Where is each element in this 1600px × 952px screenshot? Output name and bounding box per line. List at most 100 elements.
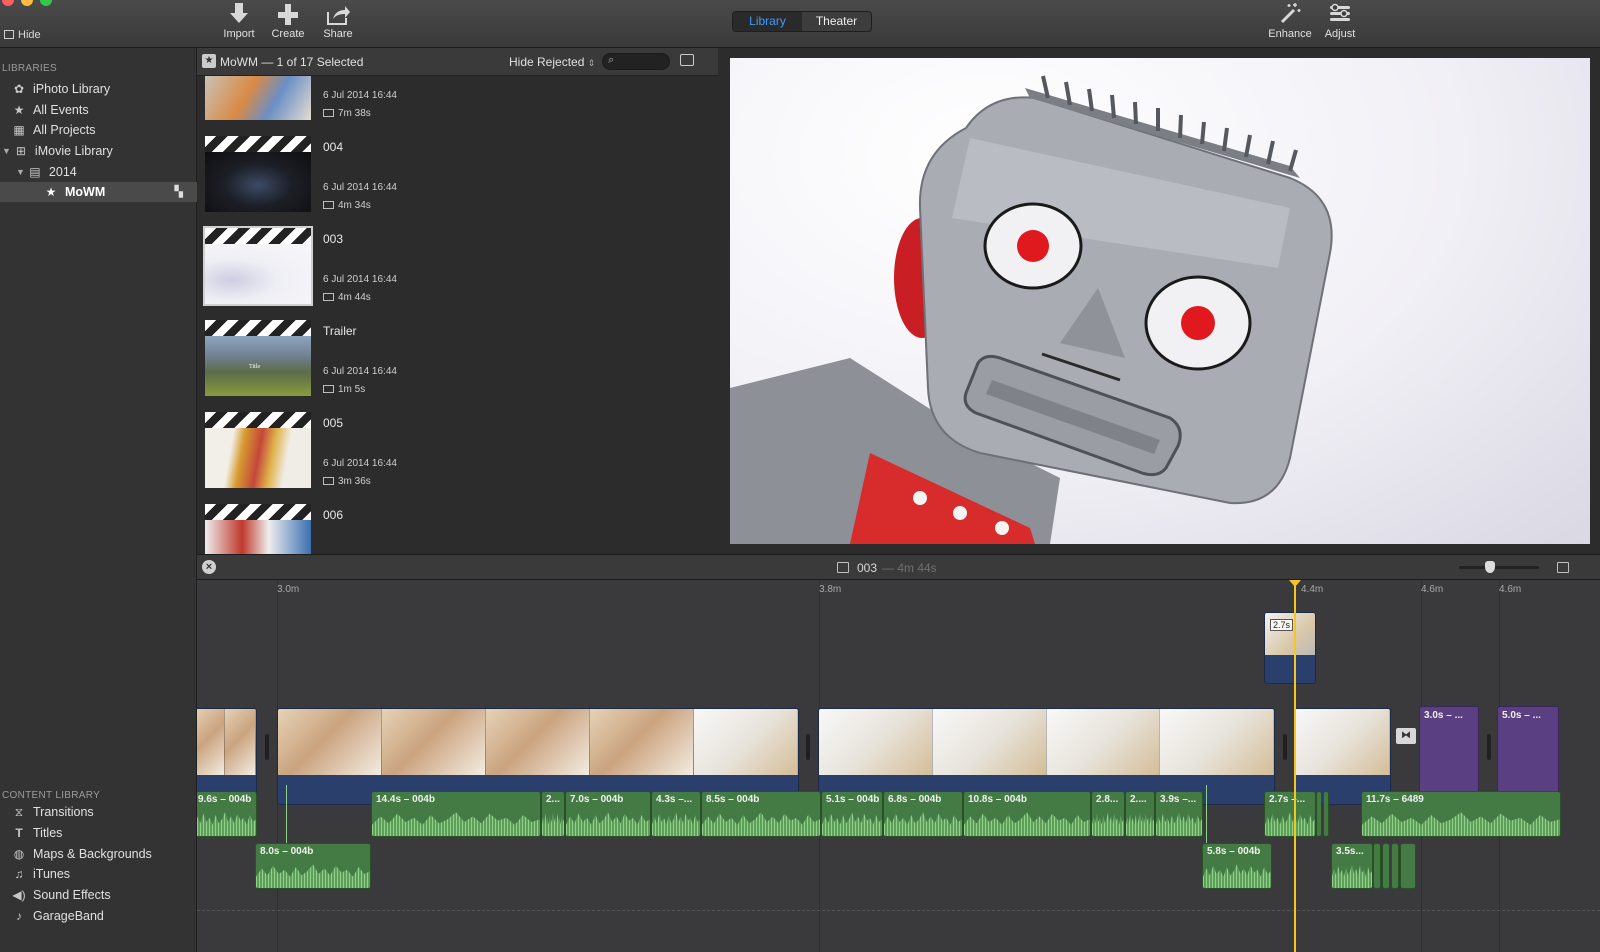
sidebar-item-mowm[interactable]: ★ MoWM ▚ [0, 182, 197, 202]
hide-rejected-select[interactable]: Hide Rejected ⇕ [509, 55, 595, 69]
import-button[interactable]: Import [211, 2, 267, 40]
filmstrip-view-icon[interactable] [680, 54, 694, 66]
libraries-sidebar: LIBRARIES ✿ iPhoto Library ★ All Events ▦ A… [0, 48, 197, 952]
filmstrip-icon [323, 201, 334, 209]
clip-duration-text: 4m 44s [338, 292, 371, 303]
create-button[interactable]: Create [260, 2, 316, 40]
list-item[interactable]: 006 [205, 504, 705, 554]
cutaway-clip[interactable]: 2.7s [1264, 612, 1316, 684]
audio-waveform [822, 812, 882, 836]
title-clip[interactable]: 5.0s – ... [1497, 706, 1559, 803]
minimize-window-button[interactable] [21, 0, 33, 6]
audio-clip[interactable]: 2.8... [1091, 791, 1125, 837]
audio-clip[interactable] [1316, 791, 1322, 837]
search-field[interactable]: ⌕ [602, 53, 670, 70]
adjust-label: Adjust [1324, 28, 1356, 40]
filmstrip-icon [837, 562, 849, 573]
clip-duration-text: 3m 36s [338, 476, 371, 487]
list-item[interactable]: 004 6 Jul 2014 16:44 4m 34s [205, 136, 705, 216]
title-clip[interactable]: 3.0s – ... [1419, 706, 1479, 803]
audio-clip[interactable]: 3.9s –... [1155, 791, 1203, 837]
audio-clip[interactable]: 6.8s – 004b [883, 791, 963, 837]
clip-thumbnail[interactable] [205, 76, 311, 120]
sidebar-item-titles[interactable]: T Titles [12, 823, 62, 843]
audio-clip[interactable]: 2... [541, 791, 565, 837]
audio-clip[interactable]: 2.7s –... [1264, 791, 1316, 837]
clip-trim-handle[interactable] [1283, 734, 1287, 760]
clip-thumbnail[interactable] [203, 226, 313, 306]
tablet-screen-image [205, 152, 311, 212]
clip-duration-text: 1m 5s [338, 384, 366, 395]
tin-robot-illustration [730, 75, 1333, 544]
clip-trim-handle[interactable] [265, 734, 269, 760]
audio-clip[interactable]: 4.3s –... [651, 791, 701, 837]
share-button[interactable]: Share [310, 2, 366, 40]
clip-thumbnail[interactable] [205, 504, 311, 554]
guitar-icon: ♪ [16, 909, 22, 923]
sidebar-item-2014[interactable]: ▼ ▤ 2014 [16, 162, 77, 182]
tab-library[interactable]: Library [733, 12, 802, 31]
audio-clip[interactable]: 3.5s... [1331, 843, 1373, 889]
audio-clip[interactable]: 10.8s – 004b [963, 791, 1091, 837]
enhance-button[interactable]: Enhance [1262, 2, 1318, 40]
import-label: Import [223, 28, 255, 40]
white-frame-image [205, 244, 311, 304]
zoom-slider-knob[interactable] [1485, 561, 1495, 573]
sidebar-item-sound-effects[interactable]: ◀) Sound Effects [12, 885, 110, 905]
audio-clip[interactable] [1382, 843, 1390, 889]
sidebar-item-iphoto-library[interactable]: ✿ iPhoto Library [12, 79, 110, 99]
sidebar-item-garageband[interactable]: ♪ GarageBand [12, 906, 104, 926]
filmstrip-icon [323, 477, 334, 485]
audio-clip[interactable]: 8.5s – 004b [701, 791, 821, 837]
clip-appearance-icon[interactable] [1557, 562, 1569, 573]
content-library-heading: CONTENT LIBRARY [2, 790, 101, 801]
audio-clip[interactable]: 8.0s – 004b [255, 843, 371, 889]
disclosure-triangle-icon[interactable]: ▼ [16, 167, 25, 177]
transition-icon[interactable]: ⧓ [1396, 728, 1416, 744]
audio-clip[interactable]: 2.... [1125, 791, 1155, 837]
audio-clip[interactable] [1323, 791, 1329, 837]
create-label: Create [271, 28, 305, 40]
audio-clip[interactable]: 7.0s – 004b [565, 791, 651, 837]
clip-name: Trailer [323, 324, 357, 338]
sidebar-item-all-events[interactable]: ★ All Events [12, 100, 89, 120]
audio-clip[interactable]: 11.7s – 6489 [1361, 791, 1561, 837]
sidebar-item-imovie-library[interactable]: ▼ ⊞ iMovie Library [2, 141, 113, 161]
clip-thumbnail[interactable]: Title [205, 320, 311, 396]
audio-clip[interactable]: 14.4s – 004b [371, 791, 541, 837]
sidebar-item-itunes[interactable]: ♫ iTunes [12, 864, 71, 884]
audio-clip[interactable] [1400, 843, 1416, 889]
viewer-frame-robot-image[interactable] [730, 58, 1590, 544]
audio-clip[interactable]: 5.1s – 004b [821, 791, 883, 837]
clip-trim-handle[interactable] [1487, 734, 1491, 760]
share-label: Share [323, 28, 353, 40]
list-item[interactable]: 6 Jul 2014 16:44 7m 38s [205, 76, 705, 122]
close-timeline-icon[interactable]: × [202, 560, 216, 574]
sidebar-item-maps-backgrounds[interactable]: ◍ Maps & Backgrounds [12, 844, 152, 864]
hide-libraries-button[interactable]: Hide [4, 29, 41, 41]
adjust-button[interactable]: Adjust [1312, 2, 1368, 40]
close-window-button[interactable] [2, 0, 14, 6]
audio-clip[interactable]: 9.6s – 004b [197, 791, 257, 837]
timeline[interactable]: 3.0m 3.8m 4.4m 4.6m 4.6m 2.7s ⧓ 3.0s – .… [197, 580, 1600, 952]
audio-clip[interactable] [1373, 843, 1381, 889]
zoom-slider[interactable] [1459, 561, 1539, 573]
playhead-marker-icon[interactable] [1289, 580, 1301, 587]
sidebar-item-label: Titles [33, 826, 63, 840]
list-item[interactable]: Title Trailer 6 Jul 2014 16:44 1m 5s [205, 320, 705, 400]
zoom-window-button[interactable] [40, 0, 52, 6]
audio-clip[interactable] [1391, 843, 1399, 889]
playhead[interactable] [1294, 580, 1296, 952]
clip-thumbnail[interactable] [205, 136, 311, 212]
clip-trim-handle[interactable] [806, 734, 810, 760]
sidebar-item-all-projects[interactable]: ▦ All Projects [12, 120, 95, 140]
tab-theater[interactable]: Theater [802, 12, 871, 31]
disclosure-triangle-icon[interactable]: ▼ [2, 146, 11, 156]
clip-thumbnail[interactable] [205, 412, 311, 488]
list-item-selected[interactable]: 003 6 Jul 2014 16:44 4m 44s [203, 226, 705, 308]
sidebar-item-transitions[interactable]: ⧖ Transitions [12, 802, 94, 822]
enhance-label: Enhance [1268, 28, 1312, 40]
list-item[interactable]: 005 6 Jul 2014 16:44 3m 36s [205, 412, 705, 492]
audio-clip[interactable]: 5.8s – 004b [1202, 843, 1272, 889]
sidebar-item-label: MoWM [65, 185, 106, 199]
